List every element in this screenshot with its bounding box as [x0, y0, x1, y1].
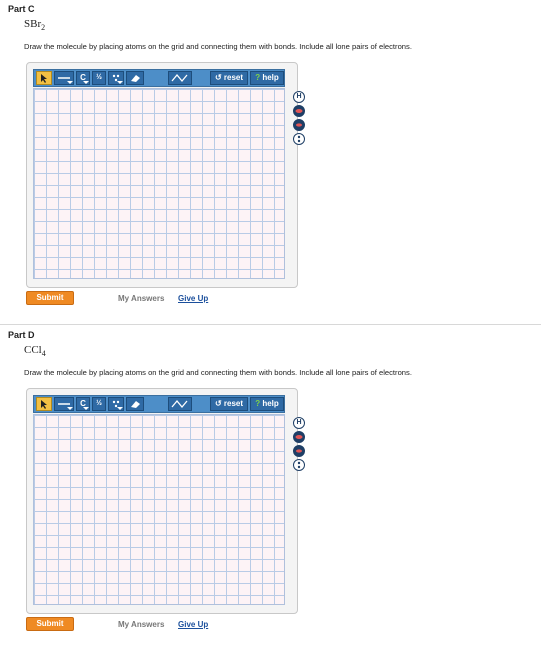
chevron-down-icon [117, 407, 123, 410]
eraser-tool-button[interactable] [126, 397, 144, 411]
select-tool-button[interactable] [36, 71, 52, 85]
drawing-grid[interactable] [33, 88, 285, 279]
bond-tool-button[interactable] [54, 71, 74, 85]
molecule-zoom-icon [295, 109, 303, 113]
electron-dot-button[interactable] [293, 133, 305, 145]
formula-subscript: 4 [41, 349, 46, 359]
give-up-link[interactable]: Give Up [178, 294, 208, 303]
show-hydrogens-label: H [296, 93, 302, 100]
zigzag-chain-icon [171, 73, 188, 83]
eraser-icon [131, 401, 140, 408]
drawing-grid[interactable] [33, 414, 285, 605]
formula-base: CCl [24, 344, 42, 356]
help-button[interactable]: ? help [250, 397, 284, 411]
electron-dot-button[interactable] [293, 459, 305, 471]
show-hydrogens-label: H [296, 419, 302, 426]
cursor-icon [41, 400, 47, 409]
zoom-out-button[interactable] [293, 119, 305, 131]
atom-tool-button[interactable]: C [76, 71, 90, 85]
eraser-icon [131, 75, 140, 82]
molecule-formula: CCl4 [24, 344, 46, 358]
zigzag-chain-icon [171, 399, 188, 409]
help-button-label: help [262, 73, 279, 82]
part-d: Part D CCl4 Draw the molecule by placing… [0, 326, 541, 649]
my-answers-label: My Answers [118, 620, 165, 629]
reset-button[interactable]: ↺ reset [210, 71, 248, 85]
select-tool-button[interactable] [36, 397, 52, 411]
lone-pair-tool-button[interactable] [108, 71, 124, 85]
show-hydrogens-button[interactable]: H [293, 91, 305, 103]
zoom-out-button[interactable] [293, 445, 305, 457]
chevron-down-icon [117, 81, 123, 84]
molecule-shrink-icon [296, 123, 302, 127]
reset-button-label: reset [223, 73, 244, 82]
help-icon: ? [255, 73, 261, 82]
template-tool-button[interactable] [168, 71, 192, 85]
help-button-label: help [262, 399, 279, 408]
chevron-down-icon [83, 81, 89, 84]
chevron-down-icon [67, 407, 73, 410]
part-c: Part C SBr2 Draw the molecule by placing… [0, 0, 541, 320]
reset-icon: ↺ [214, 399, 222, 408]
eraser-tool-button[interactable] [126, 71, 144, 85]
lone-pair-tool-button[interactable] [108, 397, 124, 411]
give-up-link[interactable]: Give Up [178, 620, 208, 629]
zoom-in-button[interactable] [293, 431, 305, 443]
template-tool-button[interactable] [168, 397, 192, 411]
part-title: Part C [8, 4, 35, 14]
charge-tool-button[interactable]: ½ [92, 71, 106, 85]
drawer-toolbar: C ½ ↺ reset ? help [33, 69, 285, 87]
formula-subscript: 2 [41, 23, 46, 33]
bond-tool-button[interactable] [54, 397, 74, 411]
instruction-text: Draw the molecule by placing atoms on th… [24, 42, 412, 51]
part-divider [0, 324, 541, 325]
charge-tool-label: ½ [96, 74, 102, 81]
chevron-down-icon [83, 407, 89, 410]
submit-button[interactable]: Submit [26, 291, 74, 305]
charge-tool-button[interactable]: ½ [92, 397, 106, 411]
reset-icon: ↺ [214, 73, 222, 82]
molecule-drawer: C ½ ↺ reset ? help H [26, 388, 305, 614]
molecule-formula: SBr2 [24, 18, 45, 32]
molecule-drawer: C ½ ↺ reset ? help H [26, 62, 305, 288]
my-answers-label: My Answers [118, 294, 165, 303]
reset-button[interactable]: ↺ reset [210, 397, 248, 411]
cursor-icon [41, 74, 47, 83]
colon-icon [297, 461, 301, 469]
instruction-text: Draw the molecule by placing atoms on th… [24, 368, 412, 377]
zoom-in-button[interactable] [293, 105, 305, 117]
drawer-toolbar: C ½ ↺ reset ? help [33, 395, 285, 413]
help-icon: ? [255, 399, 261, 408]
part-title: Part D [8, 330, 35, 340]
molecule-zoom-icon [295, 435, 303, 439]
formula-base: SBr [24, 18, 42, 30]
colon-icon [297, 135, 301, 143]
help-button[interactable]: ? help [250, 71, 284, 85]
molecule-shrink-icon [296, 449, 302, 453]
reset-button-label: reset [223, 399, 244, 408]
chevron-down-icon [67, 81, 73, 84]
show-hydrogens-button[interactable]: H [293, 417, 305, 429]
charge-tool-label: ½ [96, 400, 102, 407]
submit-button[interactable]: Submit [26, 617, 74, 631]
atom-tool-button[interactable]: C [76, 397, 90, 411]
